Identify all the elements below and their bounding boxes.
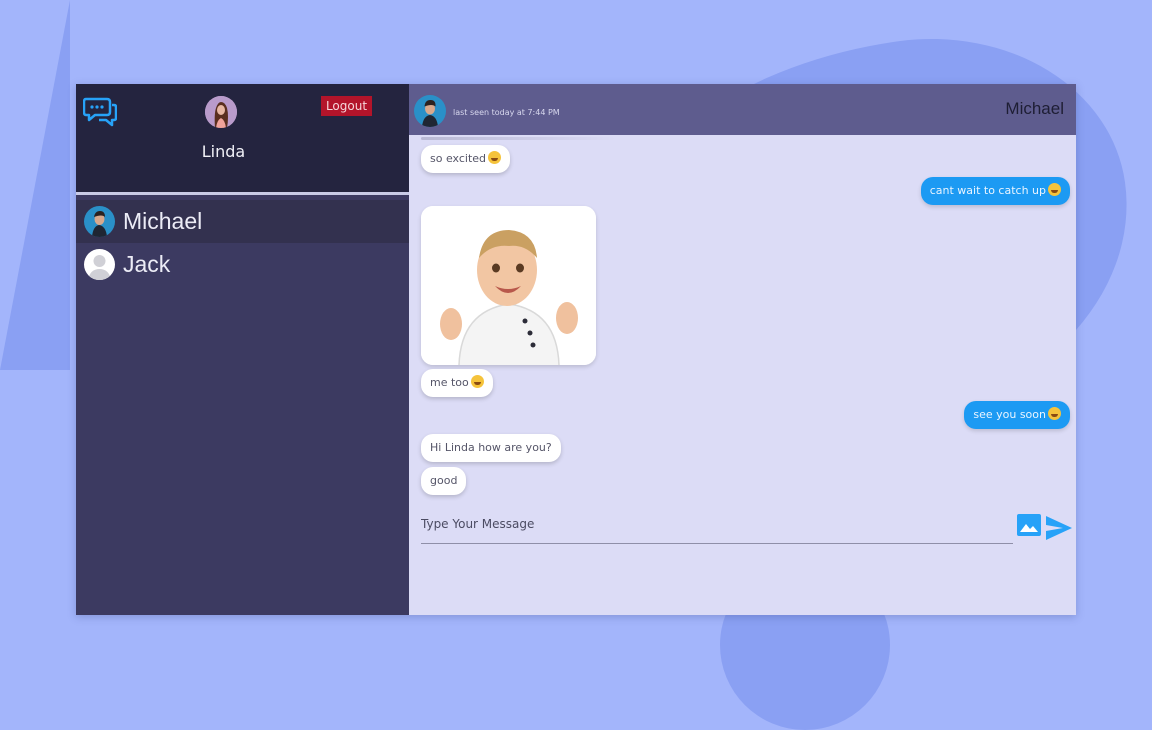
contact-avatar xyxy=(84,206,115,237)
background-blob xyxy=(0,0,70,370)
user-avatar[interactable] xyxy=(205,96,237,128)
user-name: Linda xyxy=(201,142,246,161)
message-text: see you soon xyxy=(973,408,1046,421)
message-input[interactable] xyxy=(421,509,1013,539)
wink-emoji-icon xyxy=(1048,183,1061,196)
smile-emoji-icon xyxy=(470,375,484,388)
yum-emoji-icon xyxy=(488,151,502,164)
message-incoming: me too xyxy=(421,369,493,397)
contact-name: Jack xyxy=(123,251,171,277)
send-icon[interactable] xyxy=(1045,515,1073,541)
chat-panel: last seen today at 7:44 PM Michael so ex… xyxy=(409,84,1076,615)
message-outgoing: cant wait to catch up xyxy=(920,177,1070,205)
baby-photo xyxy=(421,206,596,365)
message-list: so excited cant wait to catch up me too xyxy=(409,135,1076,507)
message-incoming: good xyxy=(421,467,467,495)
scroll-fade xyxy=(421,137,617,140)
message-text: cant wait to catch up xyxy=(929,184,1046,197)
chat-contact-name: Michael xyxy=(1005,99,1064,118)
message-incoming: Hi Linda how are you? xyxy=(421,434,561,462)
contact-item-michael[interactable]: Michael xyxy=(76,200,409,243)
message-text: Hi Linda how are you? xyxy=(430,441,552,454)
chat-header: last seen today at 7:44 PM Michael xyxy=(409,84,1076,135)
logout-button[interactable]: Logout xyxy=(321,96,372,116)
sidebar: Linda Logout Michael Jack xyxy=(76,84,409,615)
grin-emoji-icon xyxy=(1048,407,1061,420)
image-message[interactable] xyxy=(421,206,596,365)
chat-app-window: Linda Logout Michael Jack last seen toda… xyxy=(76,84,1076,615)
last-seen-status: last seen today at 7:44 PM xyxy=(453,108,560,117)
chat-bubbles-icon xyxy=(83,97,117,127)
contact-item-jack[interactable]: Jack xyxy=(76,243,409,286)
sidebar-header: Linda Logout xyxy=(76,84,409,195)
contact-avatar xyxy=(84,249,115,280)
message-incoming: so excited xyxy=(421,145,511,173)
message-text: good xyxy=(430,474,458,487)
image-icon[interactable] xyxy=(1017,514,1041,536)
contact-name: Michael xyxy=(123,208,203,234)
message-composer xyxy=(421,509,1013,544)
message-outgoing: see you soon xyxy=(964,401,1070,429)
chat-contact-avatar[interactable] xyxy=(414,95,446,127)
message-text: me too xyxy=(430,376,469,389)
message-text: so excited xyxy=(430,152,487,165)
